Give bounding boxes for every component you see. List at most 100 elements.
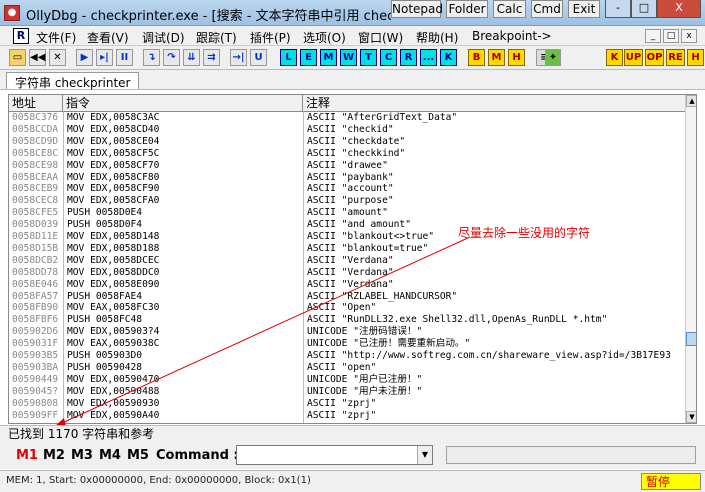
minimize-button[interactable]: - [605,0,631,18]
table-row[interactable]: 0058CCDA MOV EDX,0058CD40 ASCII "checkid" [9,124,685,136]
table-row[interactable]: 005903BA PUSH 00590428 ASCII "open" [9,362,685,374]
table-row[interactable]: 0058FA57 PUSH 0058FAE4 ASCII "RZLABEL_HAND… [9,291,685,303]
vertical-scrollbar[interactable]: ▲ ▼ [685,95,696,423]
menu-trace[interactable]: 跟踪(T) [196,29,237,46]
folder-button[interactable]: Folder [446,0,488,18]
m3-button[interactable]: M3 [71,448,93,463]
pause-icon[interactable]: II [116,49,133,66]
menu-window[interactable]: 窗口(W) [358,29,403,46]
m4-button[interactable]: M4 [99,448,121,463]
table-row[interactable]: 0058C376 MOV EDX,0058C3AC ASCII "AfterGrid… [9,112,685,124]
menu-plugins[interactable]: 插件(P) [250,29,291,46]
breakpoints-button[interactable]: B [468,49,485,66]
trace-into-icon[interactable]: ⇊ [183,49,200,66]
table-row[interactable]: 0058FBF6 PUSH 0058FC48 ASCII "RunDLL32.exe… [9,314,685,326]
instruction-cell: PUSH 0058FC48 [67,314,143,326]
title-bar: ● OllyDbg - checkprinter.exe - [搜索 - 文本字… [0,0,705,26]
scroll-thumb[interactable] [686,332,696,346]
op-button[interactable]: OP [645,49,664,66]
comment-cell: ASCII "paybank" [307,171,394,183]
table-row[interactable]: 00590808 MOV EDX,00590930 ASCII "zprj" [9,398,685,410]
table-row[interactable]: 0058CE8C MOV EDX,0058CF5C ASCII "checkkind… [9,148,685,160]
menu-options[interactable]: 选项(O) [303,29,346,46]
instruction-cell: MOV EDX,0058CFA0 [67,195,160,207]
close-x-icon[interactable]: ✕ [49,49,66,66]
step-over-icon[interactable]: ↷ [163,49,180,66]
run-icon[interactable]: ▶ [76,49,93,66]
comment-cell: ASCII "blankout<>true" [307,231,435,242]
cpu-button[interactable]: C [380,49,397,66]
trace-over-icon[interactable]: ⇉ [203,49,220,66]
table-row[interactable]: 005909FF MOV EDX,00590A40 ASCII "zprj" [9,410,685,422]
exit-button[interactable]: Exit [568,0,600,18]
table-row[interactable]: 0058DCB2 MOV EDX,0058DCEC ASCII "Verdana" [9,255,685,267]
memory-breakpoints-button[interactable]: M [488,49,505,66]
step-into-icon[interactable]: ↴ [143,49,160,66]
windows-button[interactable]: W [340,49,357,66]
table-row[interactable]: 0058DD78 MOV EDX,0058DDC0 ASCII "Verdana" [9,267,685,279]
mdi-minimize-button[interactable]: _ [645,29,661,43]
go-to-user-icon[interactable]: U [250,49,267,66]
execute-till-return-icon[interactable]: →| [230,49,247,66]
table-row[interactable]: 0058FB90 MOV EAX,0058FC30 ASCII "Open" [9,302,685,314]
scroll-down-icon[interactable]: ▼ [686,411,696,423]
m5-button[interactable]: M5 [127,448,149,463]
table-row[interactable]: 0058CEC8 MOV EDX,0058CFA0 ASCII "purpose" [9,195,685,207]
table-row[interactable]: 0059045? MOV EDX,00590488 UNICODE "用户未注册！" [9,386,685,398]
column-comment[interactable]: 注释 [303,95,685,112]
table-row[interactable]: 0058CD9D MOV EDX,0058CE04 ASCII "checkdate… [9,136,685,148]
comment-cell: UNICODE "已注册！需要重新启动。" [307,338,471,350]
run-trace-button[interactable]: ... [420,49,437,66]
maximize-button[interactable]: □ [631,0,657,18]
restore-r-icon[interactable]: R [13,28,29,44]
open-folder-icon[interactable]: ▭ [9,49,26,66]
comment-cell: ASCII "Open" [307,302,377,314]
table-row[interactable]: 005903B5 PUSH 005903D0 ASCII "http://www.s… [9,350,685,362]
cmd-button[interactable]: Cmd [531,0,563,18]
table-row[interactable]: 00590449 MOV EDX,00590470 UNICODE "用户已注册！" [9,374,685,386]
log-window-button[interactable]: L [280,49,297,66]
m2-button[interactable]: M2 [43,448,65,463]
table-row[interactable]: 0058E046 MOV EDX,0058E090 ASCII "Verdana" [9,279,685,291]
executable-modules-button[interactable]: E [300,49,317,66]
notepad-button[interactable]: Notepad [391,0,443,18]
mdi-close-button[interactable]: x [681,29,697,43]
mdi-restore-button[interactable]: □ [663,29,679,43]
rewind-icon[interactable]: ◀◀ [29,49,46,66]
up-button[interactable]: UP [624,49,643,66]
menu-file[interactable]: 文件(F) [36,29,76,46]
table-row[interactable]: 0059031F MOV EAX,0059038C UNICODE "已注册！需要重… [9,338,685,350]
table-row[interactable]: 005902D6 MOV EDX,005903?4 UNICODE "注册码错误！" [9,326,685,338]
threads-button[interactable]: T [360,49,377,66]
calc-button[interactable]: Calc [493,0,526,18]
strings-list[interactable]: 地址 指令 注释 0058C376 MOV EDX,0058C3AC ASCII "… [8,94,697,424]
chevron-down-icon[interactable]: ▼ [417,446,432,464]
run-thread-icon[interactable]: ▸| [96,49,113,66]
menu-breakpoint[interactable]: Breakpoint-> [472,29,552,43]
comment-cell: UNICODE "用户已注册！" [307,373,423,385]
memory-map-button[interactable]: M [320,49,337,66]
table-row[interactable]: 0058CEB9 MOV EDX,0058CF90 ASCII "account" [9,183,685,195]
color-palette-icon[interactable]: ✦ [545,49,561,66]
re-button[interactable]: RE [666,49,685,66]
tab-strings-checkprinter[interactable]: 字符串 checkprinter [6,72,140,90]
command-input[interactable] [236,445,433,465]
right-k-button[interactable]: K [606,49,623,66]
scroll-up-icon[interactable]: ▲ [686,95,696,107]
column-instruction[interactable]: 指令 [63,95,303,112]
instruction-cell: MOV EDX,0058D188 [67,242,160,254]
table-row[interactable]: 0058CFE5 PUSH 0058D0E4 ASCII "amount" [9,207,685,219]
menu-debug[interactable]: 调试(D) [142,29,185,46]
table-row[interactable]: 0058D15B MOV EDX,0058D188 ASCII "blankout=… [9,243,685,255]
table-row[interactable]: 0058CEAA MOV EDX,0058CF80 ASCII "paybank" [9,172,685,184]
close-button[interactable]: X [657,0,701,18]
m1-button[interactable]: M1 [16,448,38,463]
references-button[interactable]: R [400,49,417,66]
column-address[interactable]: 地址 [9,95,63,112]
hardware-breakpoints-button[interactable]: H [508,49,525,66]
table-row[interactable]: 0058CE98 MOV EDX,0058CF70 ASCII "drawee" [9,160,685,172]
right-h-button[interactable]: H [687,49,704,66]
call-stack-button[interactable]: K [440,49,457,66]
menu-help[interactable]: 帮助(H) [416,29,458,46]
menu-view[interactable]: 查看(V) [87,29,129,46]
